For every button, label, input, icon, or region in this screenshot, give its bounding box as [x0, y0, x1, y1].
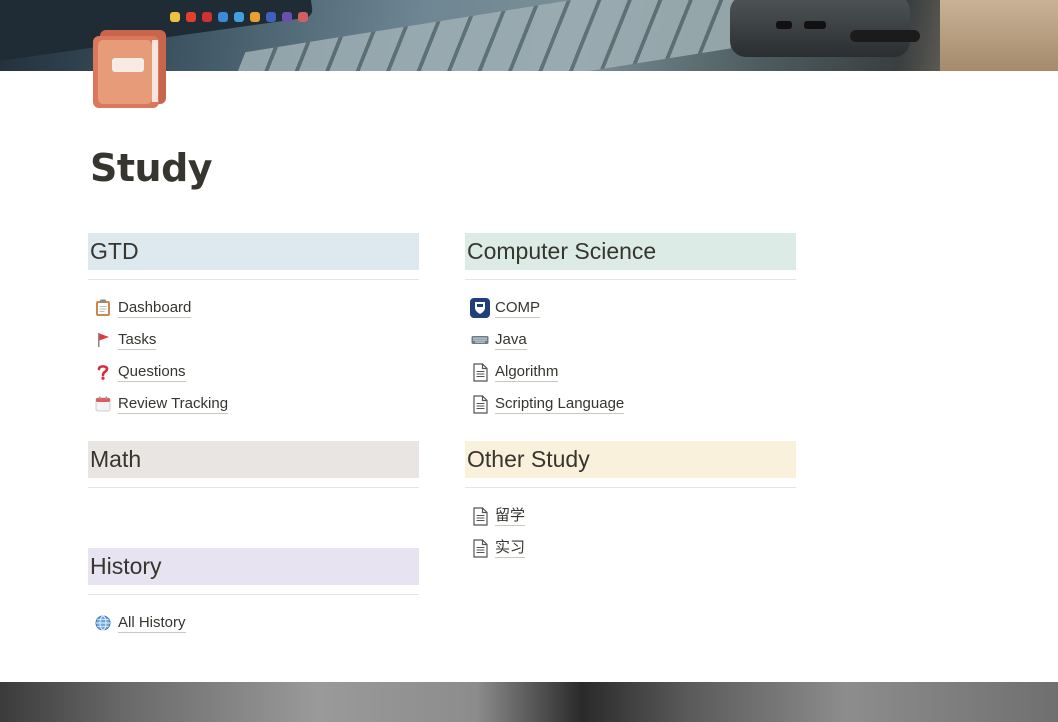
list-item-review-tracking[interactable]: Review Tracking [88, 388, 419, 420]
link-label[interactable]: Dashboard [118, 299, 192, 318]
link-label[interactable]: Tasks [118, 331, 157, 350]
page-icon [469, 361, 491, 383]
section-history: History All History [88, 548, 419, 639]
section-other-study: Other Study 留学 实习 [465, 441, 796, 564]
red-flag-icon [92, 329, 114, 351]
link-label[interactable]: 实习 [495, 539, 526, 558]
link-label[interactable]: Review Tracking [118, 395, 229, 414]
section-heading: Computer Science [465, 233, 796, 270]
list-item-scripting-language[interactable]: Scripting Language [465, 388, 796, 420]
list-item-dashboard[interactable]: Dashboard [88, 292, 419, 324]
section-math: Math [88, 441, 419, 488]
clipboard-icon [92, 297, 114, 319]
link-label[interactable]: Algorithm [495, 363, 559, 382]
section-heading: Other Study [465, 441, 796, 478]
list-item-all-history[interactable]: All History [88, 607, 419, 639]
list-item-algorithm[interactable]: Algorithm [465, 356, 796, 388]
list-item-study-abroad[interactable]: 留学 [465, 500, 796, 532]
shield-icon [469, 297, 491, 319]
page-title: Study [90, 146, 213, 190]
section-gtd: GTD Dashboard Tasks Questions Review Tra… [88, 233, 419, 420]
list-item-questions[interactable]: Questions [88, 356, 419, 388]
question-mark-icon [92, 361, 114, 383]
divider [88, 487, 419, 488]
link-label[interactable]: Scripting Language [495, 395, 625, 414]
link-label[interactable]: All History [118, 614, 186, 633]
link-label[interactable]: 留学 [495, 507, 526, 526]
page-icon [469, 393, 491, 415]
section-heading: History [88, 548, 419, 585]
section-heading: Math [88, 441, 419, 478]
list-item-tasks[interactable]: Tasks [88, 324, 419, 356]
page-icon [469, 505, 491, 527]
list-item-java[interactable]: Java [465, 324, 796, 356]
divider [465, 487, 796, 488]
section-heading: GTD [88, 233, 419, 270]
keyboard-icon [469, 329, 491, 351]
globe-icon [92, 612, 114, 634]
divider [88, 594, 419, 595]
list-item-internship[interactable]: 实习 [465, 532, 796, 564]
page-icon [469, 537, 491, 559]
notebook-icon[interactable] [92, 28, 168, 108]
divider [88, 279, 419, 280]
list-item-comp[interactable]: COMP [465, 292, 796, 324]
calendar-icon [92, 393, 114, 415]
link-label[interactable]: Questions [118, 363, 186, 382]
divider [465, 279, 796, 280]
link-label[interactable]: COMP [495, 299, 540, 318]
section-computer-science: Computer Science COMP Java Algorithm Scr… [465, 233, 796, 420]
bottom-image [0, 682, 1058, 722]
link-label[interactable]: Java [495, 331, 527, 350]
